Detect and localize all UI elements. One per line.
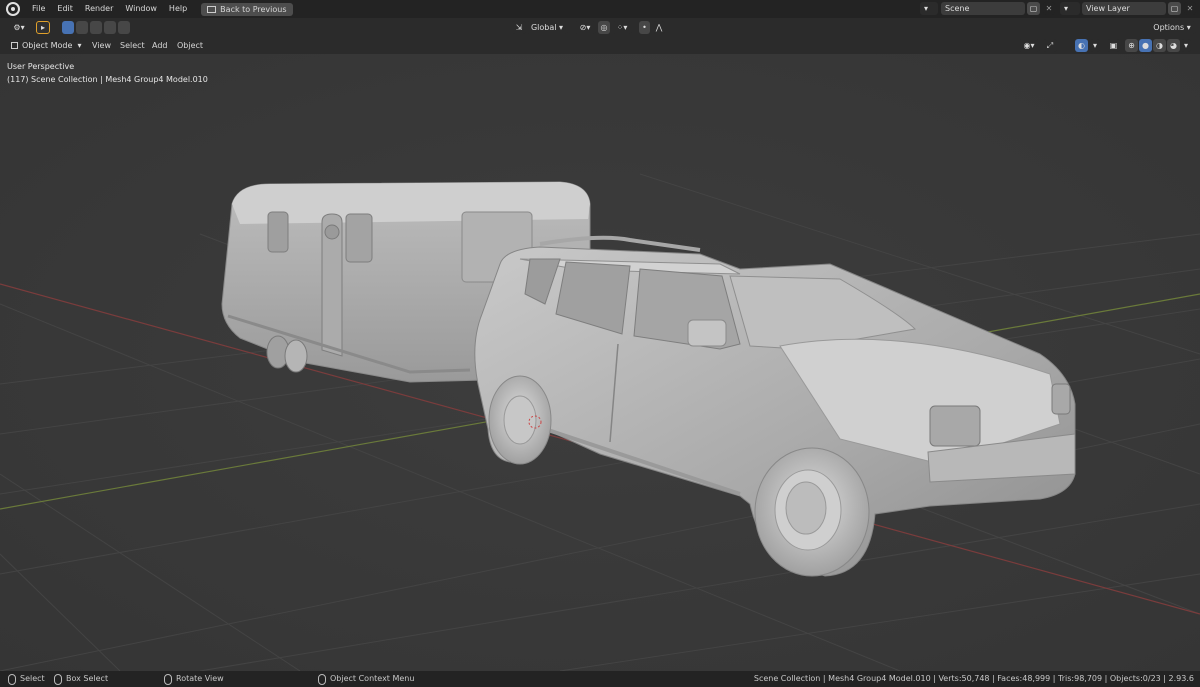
select-tool-icon[interactable]: ▸ <box>36 21 50 34</box>
rendered-shading-icon[interactable]: ◕ <box>1167 39 1180 52</box>
blender-logo-icon[interactable] <box>6 2 20 16</box>
mode-extend-icon[interactable] <box>76 21 88 34</box>
delete-scene-icon[interactable]: ✕ <box>1043 2 1055 15</box>
3d-viewport[interactable]: User Perspective (117) Scene Collection … <box>0 54 1200 671</box>
new-view-layer-icon[interactable]: ▢ <box>1168 2 1181 15</box>
options-dropdown[interactable]: Options ▾ <box>1148 21 1196 34</box>
orientation-icon: ⇲ <box>512 21 526 34</box>
scene-statistics: Scene Collection | Mesh4 Group4 Model.01… <box>753 674 1194 683</box>
status-context-menu: Object Context Menu <box>318 671 414 687</box>
object-mode-dropdown[interactable]: Object Mode ▾ <box>8 39 84 52</box>
status-select: Select <box>8 671 45 687</box>
falloff-icon[interactable]: ⋀ <box>653 21 665 34</box>
wireframe-shading-icon[interactable]: ⊕ <box>1125 39 1138 52</box>
status-bar: Select Box Select Rotate View Object Con… <box>0 671 1200 687</box>
viewport-canvas[interactable] <box>0 54 1200 671</box>
mouse-middle-icon <box>164 673 172 685</box>
status-rotate-view: Rotate View <box>164 671 224 687</box>
proportional-editing-icon[interactable]: • <box>639 21 650 34</box>
viewport-collection-info: (117) Scene Collection | Mesh4 Group4 Mo… <box>7 75 208 84</box>
mouse-right-icon <box>318 673 326 685</box>
overlay-toggle-icon[interactable]: ◐ <box>1075 39 1088 52</box>
menu-help[interactable]: Help <box>163 0 193 18</box>
scene-field[interactable]: Scene <box>941 2 1025 15</box>
view-menu[interactable]: View <box>92 39 111 53</box>
menu-file[interactable]: File <box>26 0 51 18</box>
transform-orientation-dropdown[interactable]: Global ▾ <box>526 21 568 34</box>
status-select-label: Select <box>20 674 45 683</box>
object-mode-label: Object Mode <box>22 41 73 50</box>
status-box-select: Box Select <box>54 671 108 687</box>
snap-toggle-icon[interactable]: ◎ <box>598 21 610 34</box>
shading-dropdown-icon[interactable]: ▾ <box>1181 39 1191 52</box>
object-mode-icon <box>11 42 18 49</box>
scene-selector-icon[interactable]: ▾ <box>920 2 938 15</box>
snap-target-icon[interactable]: ⁘▾ <box>612 21 632 34</box>
transform-orientation-label: Global <box>530 23 557 32</box>
solid-shading-icon[interactable]: ● <box>1139 39 1152 52</box>
object-menu[interactable]: Object <box>177 39 203 53</box>
editor-type-icon[interactable]: ⚙▾ <box>8 21 30 34</box>
select-menu[interactable]: Select <box>120 39 145 53</box>
view-layer-selector-icon[interactable]: ▾ <box>1060 2 1080 15</box>
add-menu[interactable]: Add <box>152 39 168 53</box>
status-rotate-view-label: Rotate View <box>176 674 224 683</box>
mode-subtract-icon[interactable] <box>90 21 102 34</box>
new-scene-icon[interactable]: ▢ <box>1027 2 1040 15</box>
overlay-dropdown-icon[interactable]: ▾ <box>1090 39 1100 52</box>
back-to-previous-button[interactable]: Back to Previous <box>201 2 293 16</box>
monitor-icon <box>207 5 217 13</box>
status-context-menu-label: Object Context Menu <box>330 674 415 683</box>
menu-render[interactable]: Render <box>79 0 119 18</box>
mode-new-icon[interactable] <box>62 21 74 34</box>
menu-edit[interactable]: Edit <box>51 0 79 18</box>
xray-icon[interactable]: ▣ <box>1107 39 1120 52</box>
viewport-perspective-label: User Perspective <box>7 62 75 71</box>
mode-intersect-icon[interactable] <box>118 21 130 34</box>
material-shading-icon[interactable]: ◑ <box>1153 39 1166 52</box>
mouse-drag-icon <box>54 673 62 685</box>
mouse-left-icon <box>8 673 16 685</box>
pivot-point-icon[interactable]: ⊘▾ <box>574 21 596 34</box>
visibility-icon[interactable]: ◉▾ <box>1018 39 1040 52</box>
delete-view-layer-icon[interactable]: ✕ <box>1184 2 1196 15</box>
status-box-select-label: Box Select <box>66 674 109 683</box>
options-label: Options <box>1153 23 1185 32</box>
gizmo-icon[interactable]: ⤢ <box>1043 39 1057 52</box>
view-layer-field[interactable]: View Layer <box>1082 2 1166 15</box>
menu-window[interactable]: Window <box>119 0 163 18</box>
mode-invert-icon[interactable] <box>104 21 116 34</box>
back-to-previous-label: Back to Previous <box>220 4 287 14</box>
